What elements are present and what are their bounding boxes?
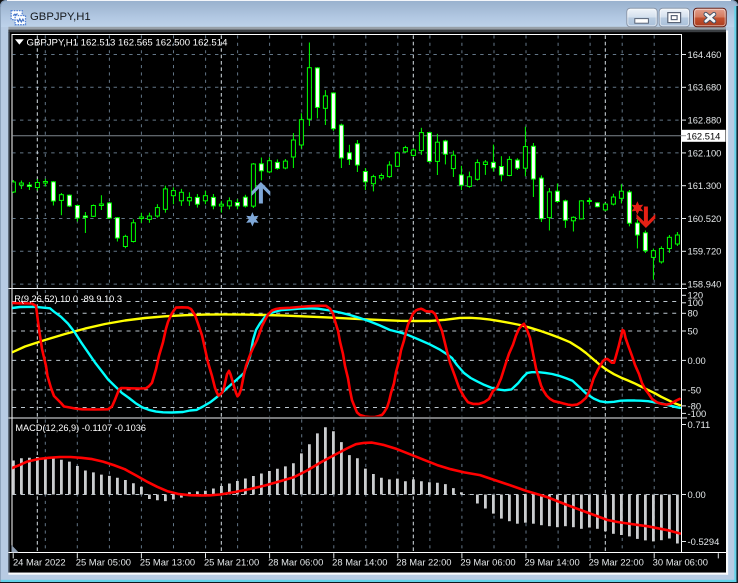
svg-text:80: 80: [688, 308, 698, 319]
svg-text:161.300: 161.300: [688, 180, 722, 191]
svg-text:R(9,26,52) 10.0 -89.9 10.3: R(9,26,52) 10.0 -89.9 10.3: [14, 294, 122, 304]
svg-text:0.00: 0.00: [688, 489, 706, 500]
svg-text:50: 50: [688, 325, 698, 336]
svg-text:160.520: 160.520: [688, 213, 722, 224]
svg-text:164.460: 164.460: [688, 49, 722, 60]
svg-text:28 Mar 06:00: 28 Mar 06:00: [268, 556, 323, 567]
svg-text:GBPJPY,H1: GBPJPY,H1: [30, 11, 91, 23]
svg-text:29 Mar 14:00: 29 Mar 14:00: [524, 556, 579, 567]
svg-text:MACD(12,26,9) -0.1107 -0.1036: MACD(12,26,9) -0.1107 -0.1036: [15, 423, 146, 433]
svg-text:162.880: 162.880: [688, 115, 722, 126]
svg-text:-0.5294: -0.5294: [688, 536, 720, 547]
svg-text:28 Mar 14:00: 28 Mar 14:00: [332, 556, 387, 567]
svg-text:-100: -100: [688, 408, 707, 419]
svg-text:GBPJPY,H1 162.513 162.565 162: GBPJPY,H1 162.513 162.565 162.500 162.51…: [27, 38, 229, 49]
svg-text:28 Mar 22:00: 28 Mar 22:00: [396, 556, 451, 567]
svg-text:0.00: 0.00: [688, 355, 706, 366]
svg-text:158.940: 158.940: [688, 279, 722, 290]
svg-text:24 Mar 2022: 24 Mar 2022: [13, 556, 66, 567]
svg-text:162.100: 162.100: [688, 147, 722, 158]
svg-text:25 Mar 21:00: 25 Mar 21:00: [204, 556, 259, 567]
svg-text:30 Mar 06:00: 30 Mar 06:00: [653, 556, 708, 567]
svg-text:29 Mar 22:00: 29 Mar 22:00: [589, 556, 644, 567]
svg-text:100: 100: [688, 297, 704, 308]
svg-text:163.680: 163.680: [688, 82, 722, 93]
svg-text:0.711: 0.711: [688, 419, 711, 430]
svg-text:159.720: 159.720: [688, 246, 722, 257]
svg-text:25 Mar 13:00: 25 Mar 13:00: [140, 556, 195, 567]
svg-text:-50: -50: [688, 384, 702, 395]
svg-text:25 Mar 05:00: 25 Mar 05:00: [76, 556, 131, 567]
svg-text:29 Mar 06:00: 29 Mar 06:00: [460, 556, 515, 567]
svg-text:162.514: 162.514: [687, 131, 721, 142]
